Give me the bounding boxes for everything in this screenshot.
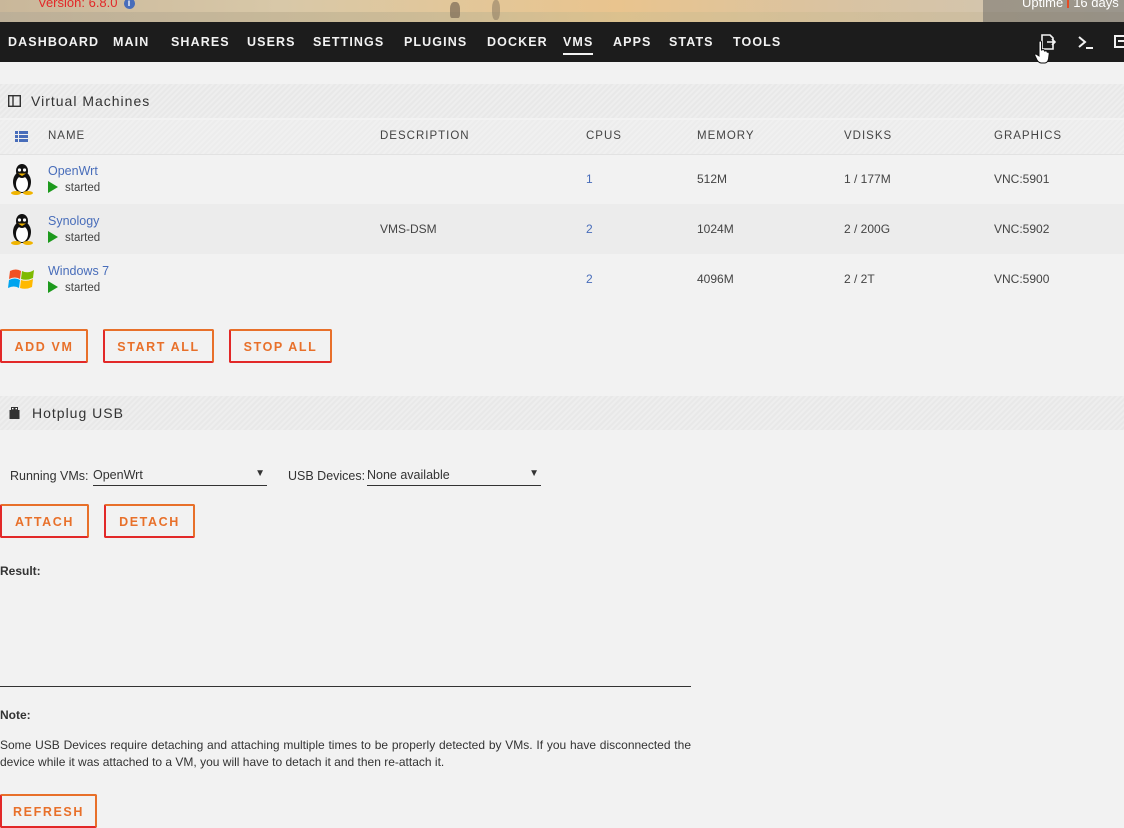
info-icon[interactable]: i <box>123 0 135 9</box>
vm-vdisks[interactable]: 1 / 177M <box>844 172 891 186</box>
refresh-button[interactable]: REFRESH <box>0 794 97 828</box>
vm-graphics: VNC:5902 <box>994 222 1050 236</box>
vm-cpus[interactable]: 2 <box>586 272 593 286</box>
usb-icon <box>9 407 20 419</box>
table-row[interactable]: Synology started VMS-DSM 2 1024M 2 / 200… <box>0 204 1124 254</box>
usb-devices-select[interactable]: None available ▼ <box>367 466 541 486</box>
usb-devices-label: USB Devices: <box>288 469 366 483</box>
header-banner: Version: 6.8.0 i Uptime 16 days <box>0 0 1124 22</box>
vm-graphics: VNC:5900 <box>994 272 1050 286</box>
nav-apps[interactable]: APPS <box>613 35 651 49</box>
vm-name-link[interactable]: OpenWrt <box>48 164 98 178</box>
play-icon <box>48 231 58 243</box>
banner-background-image <box>0 12 1124 22</box>
banner-figure <box>492 0 500 20</box>
vm-name-link[interactable]: Windows 7 <box>48 264 109 278</box>
vm-status: started <box>48 231 100 244</box>
hotplug-section-header: Hotplug USB <box>0 396 1124 430</box>
vm-cpus[interactable]: 1 <box>586 172 593 186</box>
result-area-divider <box>0 686 691 687</box>
nav-dashboard[interactable]: DASHBOARD <box>8 35 99 49</box>
vm-vdisks[interactable]: 2 / 200G <box>844 222 890 236</box>
col-description: DESCRIPTION <box>380 130 470 142</box>
col-cpus: CPUS <box>586 130 622 142</box>
vm-status-text: started <box>65 282 101 294</box>
vm-description: VMS-DSM <box>380 222 437 236</box>
table-row[interactable]: Windows 7 started 2 4096M 2 / 2T VNC:590… <box>0 254 1124 304</box>
version-label: Version: 6.8.0 <box>38 0 118 10</box>
vm-memory: 512M <box>697 172 728 186</box>
uptime-value: 16 days <box>1073 0 1119 10</box>
vm-status-text: started <box>65 232 101 244</box>
vm-name-link[interactable]: Synology <box>48 214 99 228</box>
windows-logo-icon[interactable] <box>8 263 36 295</box>
play-icon <box>48 281 58 293</box>
play-icon <box>48 181 58 193</box>
detach-button[interactable]: DETACH <box>104 504 195 538</box>
col-graphics: GRAPHICS <box>994 130 1063 142</box>
attach-button[interactable]: ATTACH <box>0 504 89 538</box>
feedback-icon[interactable] <box>1114 34 1124 50</box>
main-nav: DASHBOARD MAIN SHARES USERS SETTINGS PLU… <box>0 22 1124 62</box>
caret-down-icon: ▼ <box>529 468 539 479</box>
vm-vdisks[interactable]: 2 / 2T <box>844 272 875 286</box>
vms-section-title: Virtual Machines <box>31 93 151 109</box>
vms-table-header: NAME DESCRIPTION CPUS MEMORY VDISKS GRAP… <box>0 120 1124 155</box>
nav-docker[interactable]: DOCKER <box>487 35 548 49</box>
nav-main[interactable]: MAIN <box>113 35 149 49</box>
nav-plugins[interactable]: PLUGINS <box>404 35 467 49</box>
nav-shares[interactable]: SHARES <box>171 35 230 49</box>
uptime-display: Uptime 16 days <box>1022 0 1119 10</box>
vm-status-text: started <box>65 182 101 194</box>
add-vm-button[interactable]: ADD VM <box>0 329 88 363</box>
caret-down-icon: ▼ <box>255 468 265 479</box>
banner-figure <box>450 2 460 18</box>
running-vms-label: Running VMs: <box>10 469 89 483</box>
hotplug-section-title: Hotplug USB <box>32 405 124 421</box>
col-name: NAME <box>48 130 86 142</box>
nav-settings[interactable]: SETTINGS <box>313 35 384 49</box>
table-row[interactable]: OpenWrt started 1 512M 1 / 177M VNC:5901 <box>0 154 1124 204</box>
vm-cpus[interactable]: 2 <box>586 222 593 236</box>
nav-stats[interactable]: STATS <box>669 35 714 49</box>
vms-section-header: Virtual Machines <box>0 84 1124 118</box>
col-vdisks: VDISKS <box>844 130 893 142</box>
window-icon <box>8 95 21 107</box>
terminal-icon[interactable] <box>1078 34 1094 50</box>
uptime-label: Uptime <box>1022 0 1064 10</box>
start-all-button[interactable]: START ALL <box>103 329 214 363</box>
note-label: Note: <box>0 708 31 722</box>
note-text: Some USB Devices require detaching and a… <box>0 738 691 769</box>
running-vms-value: OpenWrt <box>93 468 143 482</box>
hand-cursor-icon <box>1034 40 1050 64</box>
vm-memory: 4096M <box>697 272 734 286</box>
stop-all-button[interactable]: STOP ALL <box>229 329 332 363</box>
vm-memory: 1024M <box>697 222 734 236</box>
col-memory: MEMORY <box>697 130 755 142</box>
linux-tux-icon[interactable] <box>8 213 36 245</box>
vm-status: started <box>48 181 100 194</box>
nav-vms[interactable]: VMS <box>563 35 594 55</box>
vm-graphics: VNC:5901 <box>994 172 1050 186</box>
running-vms-select[interactable]: OpenWrt ▼ <box>93 466 267 486</box>
linux-tux-icon[interactable] <box>8 163 36 195</box>
nav-tools[interactable]: TOOLS <box>733 35 781 49</box>
usb-devices-value: None available <box>367 468 450 482</box>
vm-status: started <box>48 281 100 294</box>
version-text: Version: 6.8.0 i <box>38 0 135 10</box>
result-label: Result: <box>0 564 41 578</box>
list-view-icon[interactable] <box>15 131 28 142</box>
nav-users[interactable]: USERS <box>247 35 296 49</box>
